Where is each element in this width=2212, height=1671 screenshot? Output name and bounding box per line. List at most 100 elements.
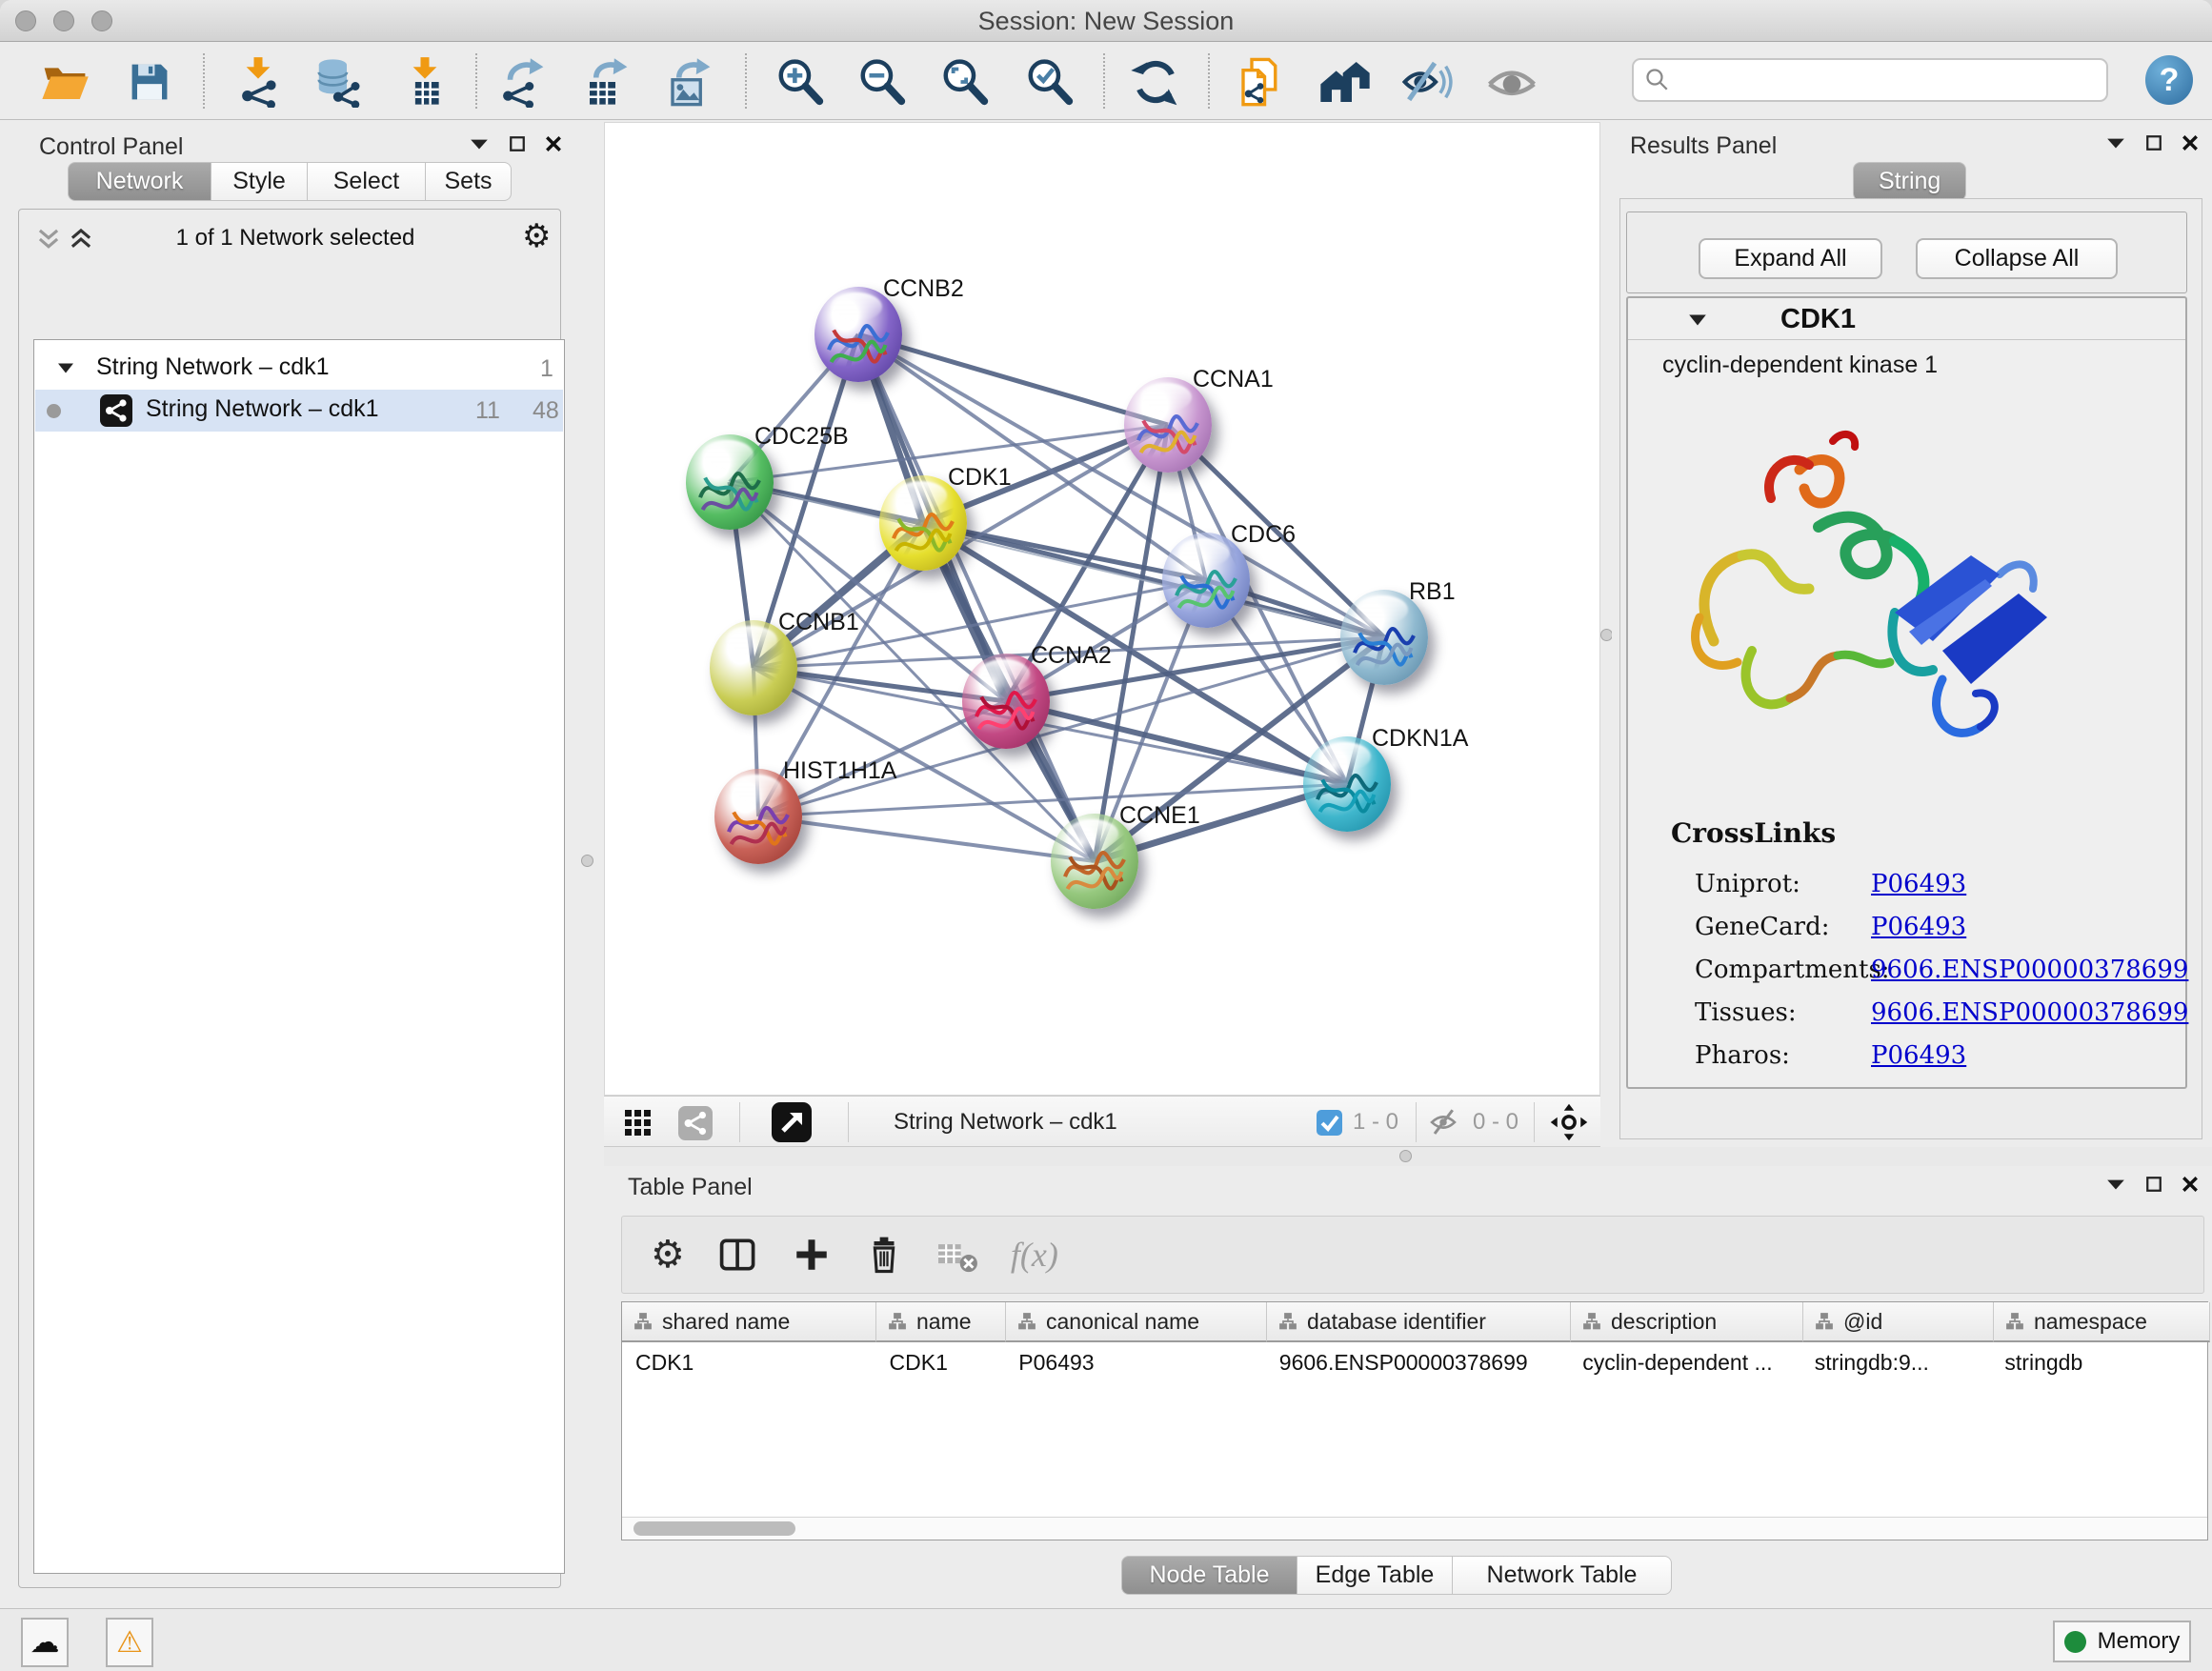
horizontal-splitter-handle[interactable]: [1399, 1150, 1412, 1162]
selected-count: 1 - 0: [1353, 1109, 1398, 1136]
tab-string[interactable]: String: [1853, 162, 1966, 201]
column-header-description[interactable]: description: [1571, 1302, 1803, 1342]
tree-expander-icon[interactable]: [56, 360, 75, 376]
float-panel-icon[interactable]: [2145, 1176, 2162, 1193]
show-hidden-button[interactable]: [1485, 55, 1538, 109]
collapse-all-icon[interactable]: [36, 227, 61, 252]
help-button[interactable]: ?: [2145, 55, 2193, 105]
show-columns-icon[interactable]: [717, 1234, 759, 1276]
network-canvas[interactable]: CCNB2CCNA1CDC25BCDK1CDC6RB1CCNB1CCNA2CDK…: [604, 122, 1600, 1096]
zoom-in-button[interactable]: [774, 55, 827, 109]
delete-table-icon[interactable]: [936, 1236, 978, 1274]
import-network-from-database-button[interactable]: [312, 55, 365, 109]
export-table-button[interactable]: [580, 55, 633, 109]
control-panel-tabs: NetworkStyleSelectSets: [68, 162, 512, 201]
zoom-selected-button[interactable]: [1023, 55, 1076, 109]
scrollbar-thumb[interactable]: [633, 1521, 795, 1536]
search-input[interactable]: [1672, 66, 2081, 94]
network-options-gear-icon[interactable]: ⚙: [522, 217, 551, 255]
tab-network-table[interactable]: Network Table: [1453, 1556, 1672, 1595]
protein-structure-thumbnail: [724, 797, 793, 856]
crosslink-link[interactable]: 9606.ENSP00000378699: [1871, 956, 2188, 984]
save-session-button[interactable]: [123, 55, 176, 109]
tab-network[interactable]: Network: [68, 162, 211, 201]
table-horizontal-scrollbar[interactable]: [622, 1517, 2207, 1540]
import-table-button[interactable]: [398, 55, 452, 109]
crosslink-link[interactable]: P06493: [1871, 913, 1966, 941]
tab-edge-table[interactable]: Edge Table: [1297, 1556, 1453, 1595]
zoom-fit-button[interactable]: [938, 55, 992, 109]
table-options-gear-icon[interactable]: ⚙: [651, 1233, 685, 1277]
tab-style[interactable]: Style: [211, 162, 308, 201]
panel-menu-icon[interactable]: [2105, 134, 2126, 151]
network-birdseye-icon[interactable]: [678, 1106, 713, 1140]
tab-select[interactable]: Select: [308, 162, 426, 201]
expand-all-button[interactable]: Expand All: [1699, 238, 1882, 279]
hide-selected-button[interactable]: [1401, 55, 1455, 109]
column-header-shared-name[interactable]: shared name: [622, 1302, 876, 1342]
import-table-icon: [399, 56, 451, 108]
table-cell[interactable]: P06493: [1005, 1342, 1266, 1382]
table-header-row: shared namenamecanonical namedatabase id…: [622, 1302, 2210, 1342]
crosslink-link[interactable]: P06493: [1871, 870, 1966, 898]
window-title: Session: New Session: [0, 7, 2212, 36]
table-cell[interactable]: CDK1: [876, 1342, 1006, 1382]
open-in-window-icon[interactable]: [772, 1102, 812, 1142]
network-row-selected[interactable]: String Network – cdk1 11 48: [35, 390, 563, 432]
close-panel-icon[interactable]: [545, 135, 562, 152]
delete-column-icon[interactable]: [864, 1235, 904, 1275]
cdk1-card-header[interactable]: CDK1: [1628, 298, 2185, 340]
float-panel-icon[interactable]: [2145, 134, 2162, 151]
tab-sets[interactable]: Sets: [426, 162, 512, 201]
toolbar-separator: [1534, 1102, 1535, 1142]
birdseye-toggle-icon[interactable]: [1549, 1102, 1589, 1142]
zoom-fit-icon: [939, 56, 991, 108]
import-network-button[interactable]: [231, 55, 285, 109]
tab-node-table[interactable]: Node Table: [1121, 1556, 1297, 1595]
float-panel-icon[interactable]: [509, 135, 526, 152]
refresh-button[interactable]: [1129, 55, 1182, 109]
table-cell[interactable]: stringdb:9...: [1801, 1342, 1992, 1382]
left-splitter-handle[interactable]: [581, 855, 593, 867]
node-label-rb1: RB1: [1409, 578, 1456, 606]
toolbar-separator: [1208, 53, 1210, 109]
function-builder-icon[interactable]: f(x): [1011, 1235, 1058, 1275]
panel-menu-icon[interactable]: [469, 135, 490, 152]
column-header-namespace[interactable]: namespace: [1994, 1302, 2210, 1342]
protein-structure-thumbnail: [1060, 842, 1129, 901]
network-selection-status: 1 of 1 Network selected: [105, 225, 486, 252]
hidden-eye-icon[interactable]: [1429, 1108, 1463, 1137]
selected-checkbox-icon[interactable]: [1317, 1110, 1342, 1136]
crosslink-link[interactable]: P06493: [1871, 1041, 1966, 1070]
column-header-name[interactable]: name: [876, 1302, 1006, 1342]
crosslink-label: Uniprot:: [1695, 870, 1800, 898]
open-session-button[interactable]: [38, 55, 91, 109]
clone-network-button[interactable]: [1234, 55, 1287, 109]
close-panel-icon[interactable]: [2182, 1176, 2199, 1193]
table-row[interactable]: CDK1CDK1P064939606.ENSP00000378699cyclin…: [622, 1342, 2207, 1382]
table-cell[interactable]: cyclin-dependent ...: [1569, 1342, 1801, 1382]
collapse-entry-icon[interactable]: [1687, 312, 1708, 329]
column-header--id[interactable]: @id: [1803, 1302, 1994, 1342]
add-column-icon[interactable]: [792, 1235, 832, 1275]
close-panel-icon[interactable]: [2182, 134, 2199, 151]
export-image-button[interactable]: [663, 55, 716, 109]
memory-button[interactable]: Memory: [2053, 1621, 2191, 1662]
crosslink-link[interactable]: 9606.ENSP00000378699: [1871, 998, 2188, 1027]
table-cell[interactable]: 9606.ENSP00000378699: [1266, 1342, 1569, 1382]
export-network-button[interactable]: [496, 55, 550, 109]
cloud-button[interactable]: ☁: [21, 1618, 69, 1667]
show-all-button[interactable]: [1318, 55, 1372, 109]
table-cell[interactable]: CDK1: [622, 1342, 876, 1382]
panel-menu-icon[interactable]: [2105, 1176, 2126, 1193]
warnings-button[interactable]: ⚠: [106, 1618, 153, 1667]
zoom-out-button[interactable]: [855, 55, 909, 109]
column-header-canonical-name[interactable]: canonical name: [1006, 1302, 1267, 1342]
column-header-database-identifier[interactable]: database identifier: [1267, 1302, 1571, 1342]
collapse-all-button[interactable]: Collapse All: [1916, 238, 2118, 279]
grid-view-icon[interactable]: [625, 1110, 652, 1137]
table-cell[interactable]: stringdb: [1991, 1342, 2207, 1382]
network-collection-row[interactable]: String Network – cdk1 1: [35, 348, 563, 390]
gene-description: cyclin-dependent kinase 1: [1662, 352, 1938, 379]
expand-all-icon[interactable]: [69, 227, 93, 252]
